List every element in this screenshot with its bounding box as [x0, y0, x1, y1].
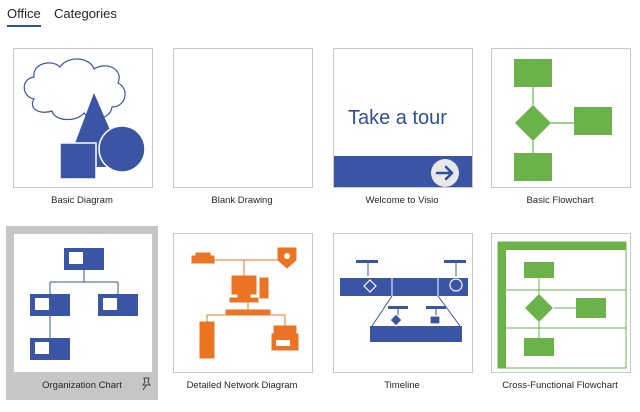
template-blank-drawing[interactable]: Blank Drawing [166, 41, 318, 215]
cross-functional-thumbnail [491, 233, 631, 373]
timeline-thumbnail [333, 233, 473, 373]
template-cross-functional-flowchart[interactable]: Cross-Functional Flowchart [484, 226, 636, 400]
template-timeline[interactable]: Timeline [326, 226, 478, 400]
org-chart-thumbnail [13, 233, 153, 373]
template-tabs: Office Categories [0, 0, 640, 32]
template-welcome-to-visio[interactable]: Take a tour Welcome to Visio [326, 41, 478, 215]
tab-categories[interactable]: Categories [54, 6, 117, 25]
pin-icon[interactable] [140, 377, 152, 391]
template-label: Basic Diagram [51, 195, 113, 206]
basic-flowchart-thumbnail [491, 48, 631, 188]
template-detailed-network-diagram[interactable]: Detailed Network Diagram [166, 226, 318, 400]
template-label: Cross-Functional Flowchart [502, 380, 618, 391]
blank-drawing-thumbnail [173, 48, 313, 188]
template-label: Timeline [384, 380, 420, 391]
template-label: Detailed Network Diagram [186, 380, 298, 391]
basic-diagram-thumbnail [13, 48, 153, 188]
template-basic-diagram[interactable]: Basic Diagram [6, 41, 158, 215]
template-label: Blank Drawing [211, 195, 273, 206]
network-diagram-thumbnail [173, 233, 313, 373]
template-organization-chart[interactable]: Organization Chart [6, 226, 158, 400]
tab-office[interactable]: Office [7, 6, 41, 27]
template-label: Organization Chart [42, 380, 122, 391]
template-label: Basic Flowchart [526, 195, 594, 206]
template-basic-flowchart[interactable]: Basic Flowchart [484, 41, 636, 215]
template-label: Welcome to Visio [365, 195, 439, 206]
welcome-thumbnail: Take a tour [333, 48, 473, 188]
